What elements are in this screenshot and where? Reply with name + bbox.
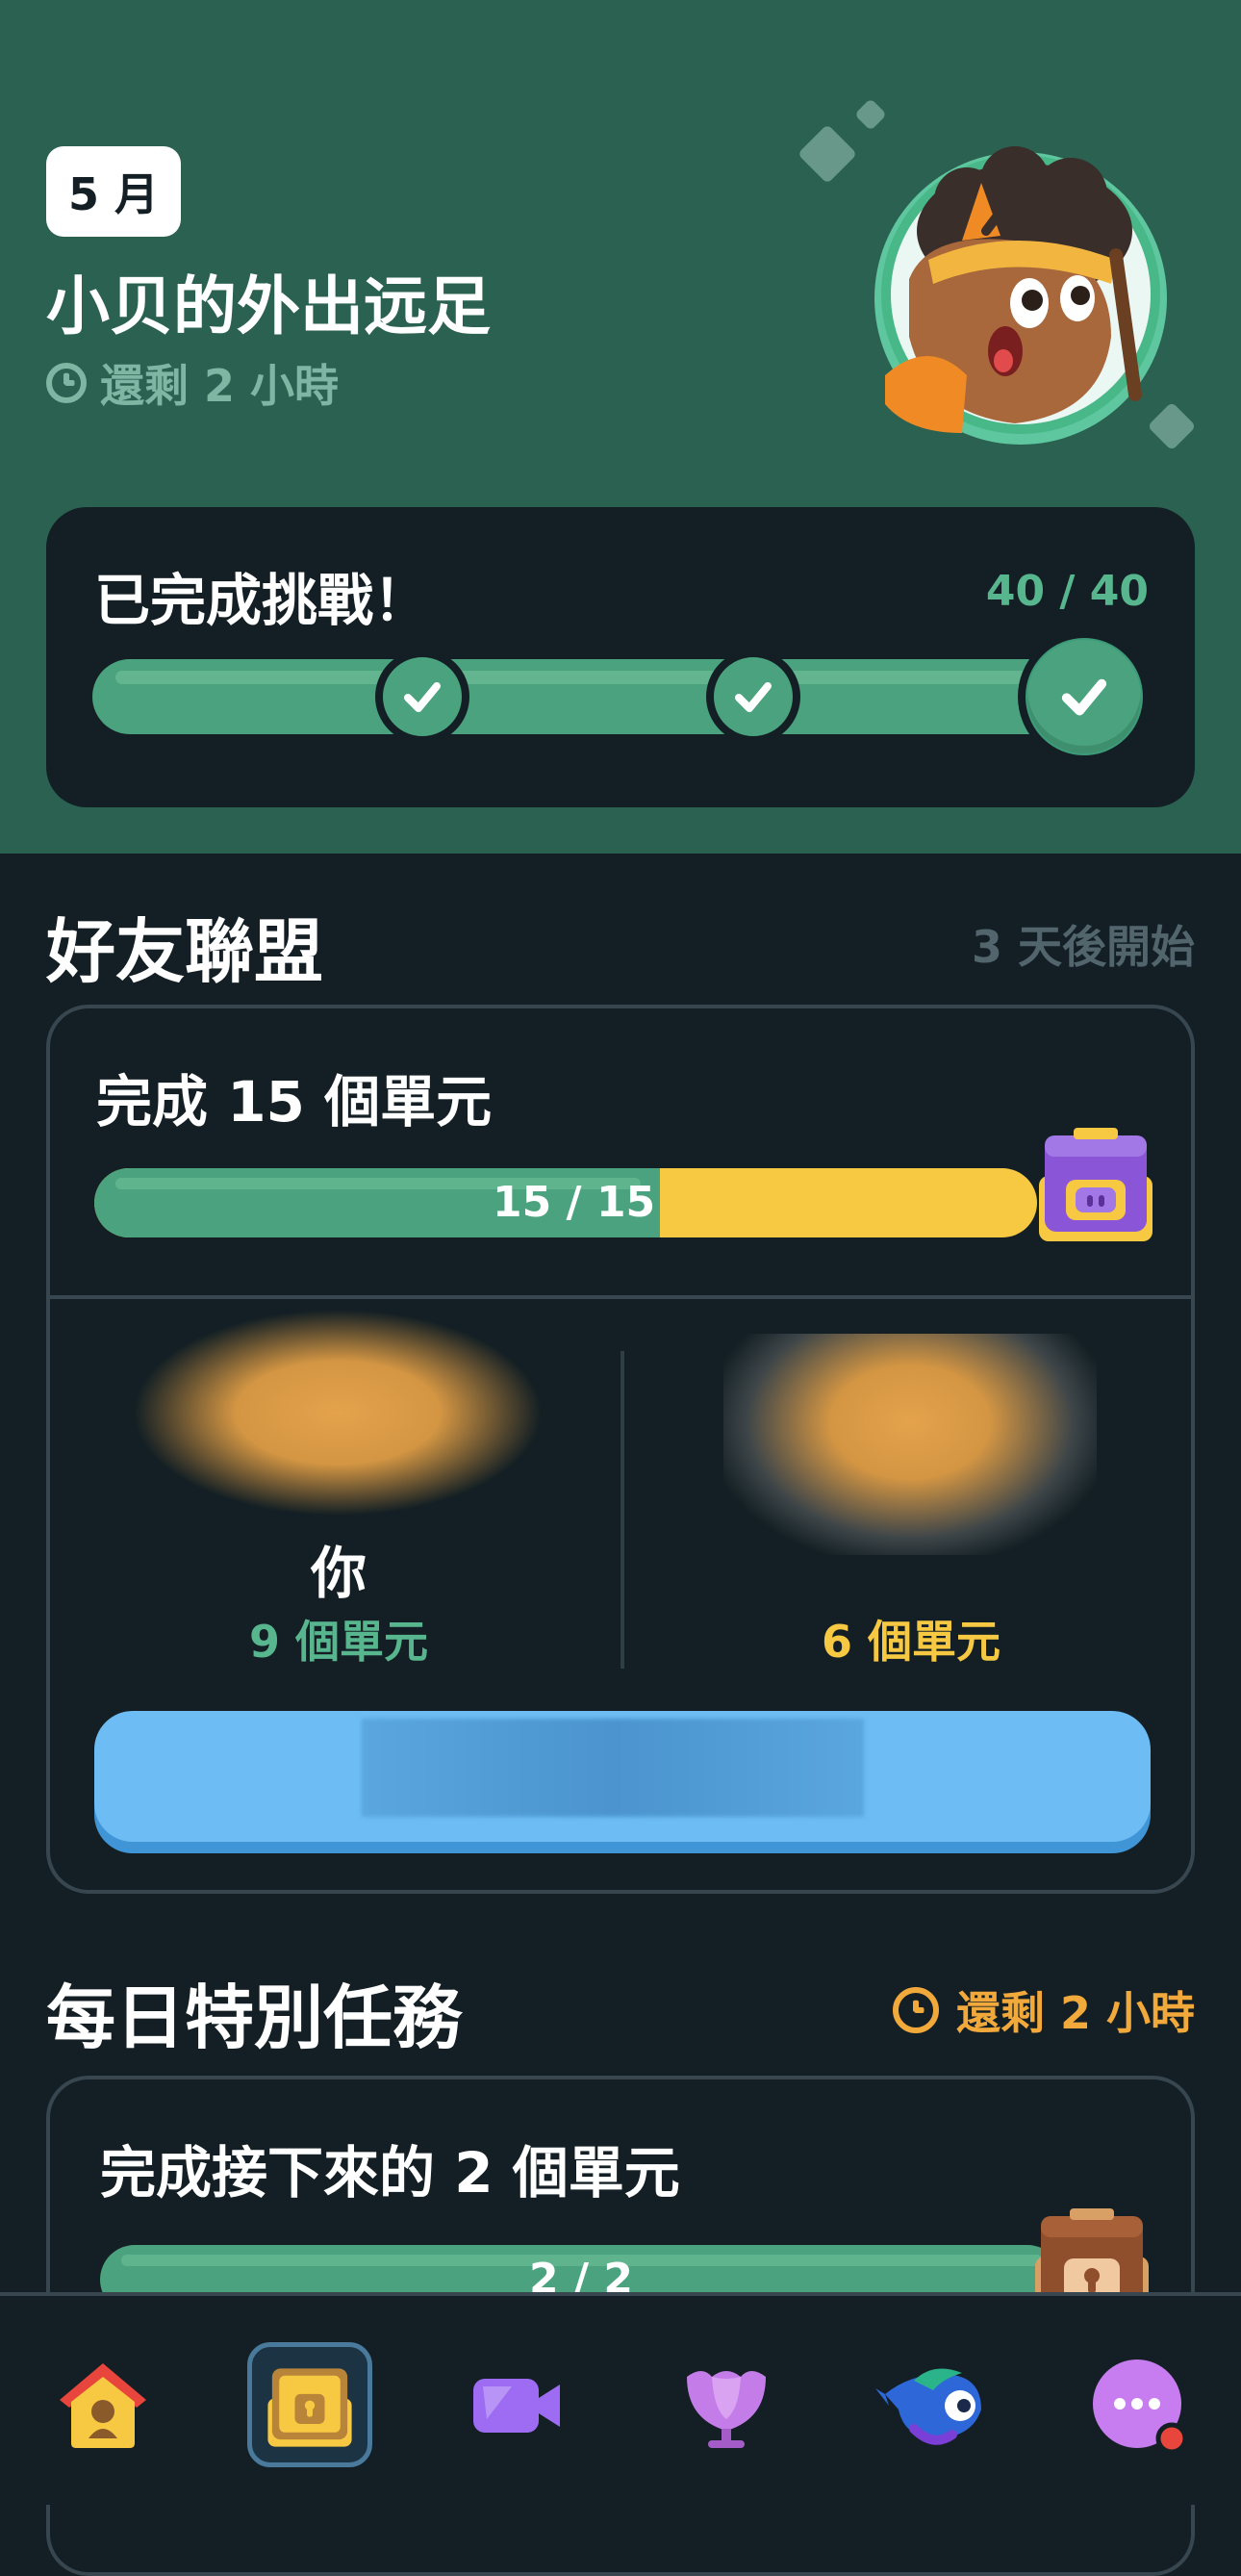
leagues-shield-icon bbox=[687, 2371, 766, 2448]
hero-banner: 5 月 小贝的外出远足 還剩 2 小時 已完成挑戰！ 40 / 40 bbox=[0, 0, 1241, 854]
friends-section-title: 好友聯盟 bbox=[46, 911, 324, 992]
friends-quest-action-button[interactable] bbox=[94, 1711, 1151, 1842]
checkpoint-final-check-icon bbox=[1018, 630, 1151, 763]
friends-quest-progress-label: 15 / 15 bbox=[493, 1178, 656, 1227]
daily-time-left-label: 還剩 2 小時 bbox=[955, 1987, 1195, 2039]
character-icon bbox=[875, 2368, 981, 2445]
button-label-redacted bbox=[362, 1719, 864, 1817]
card-divider bbox=[50, 1295, 1191, 1299]
checkpoint-1-check-icon bbox=[375, 650, 469, 744]
purple-chest-icon bbox=[1039, 1128, 1152, 1241]
sparkle-deco-icon bbox=[854, 98, 887, 131]
progress-shine bbox=[115, 671, 1093, 684]
notification-dot-icon bbox=[1155, 2422, 1188, 2455]
nav-more[interactable] bbox=[1077, 2342, 1203, 2467]
vertical-divider bbox=[620, 1351, 624, 1669]
more-chat-icon bbox=[1093, 2359, 1188, 2455]
nav-home[interactable] bbox=[40, 2342, 165, 2467]
nav-leagues[interactable] bbox=[664, 2342, 789, 2467]
nav-quests[interactable] bbox=[247, 2342, 372, 2467]
friend-avatar[interactable] bbox=[723, 1334, 1097, 1555]
checkpoint-final-inner bbox=[1027, 640, 1141, 753]
video-icon bbox=[473, 2379, 560, 2433]
quests-chest-icon bbox=[267, 2368, 352, 2447]
daily-time-left: 還剩 2 小時 bbox=[892, 1978, 1195, 2042]
friend-units: 6 個單元 bbox=[821, 1616, 1001, 1668]
check-icon bbox=[1061, 678, 1107, 716]
my-units: 9 個單元 bbox=[248, 1616, 429, 1668]
nav-video[interactable] bbox=[454, 2342, 579, 2467]
challenge-progress-bar bbox=[92, 630, 1151, 763]
daily-section-title: 每日特別任務 bbox=[46, 1977, 463, 2058]
challenge-title: 已完成挑戰！ bbox=[94, 568, 430, 633]
clock-icon bbox=[46, 363, 87, 403]
month-badge: 5 月 bbox=[46, 146, 181, 237]
event-time-left: 還剩 2 小時 bbox=[46, 351, 339, 415]
check-icon bbox=[404, 682, 441, 712]
my-avatar[interactable] bbox=[132, 1309, 544, 1517]
clock-icon bbox=[892, 1987, 939, 2033]
bottom-nav bbox=[0, 2292, 1241, 2505]
my-name: 你 bbox=[310, 1541, 367, 1606]
character-avatar-icon bbox=[874, 146, 1167, 445]
nav-character[interactable] bbox=[871, 2342, 996, 2467]
friends-quest-progress-bar: 15 / 15 bbox=[94, 1168, 1037, 1237]
monthly-challenge-card[interactable]: 已完成挑戰！ 40 / 40 bbox=[46, 507, 1195, 807]
challenge-count: 40 / 40 bbox=[985, 567, 1149, 616]
event-time-left-label: 還剩 2 小時 bbox=[100, 360, 340, 412]
daily-quest-title: 完成接下來的 2 個單元 bbox=[100, 2140, 680, 2206]
event-title: 小贝的外出远足 bbox=[46, 269, 491, 344]
friends-quest-title: 完成 15 個單元 bbox=[96, 1069, 493, 1135]
checkpoint-2-check-icon bbox=[706, 650, 800, 744]
friends-starts-in: 3 天後開始 bbox=[971, 921, 1195, 973]
check-icon bbox=[735, 682, 772, 712]
home-icon bbox=[60, 2363, 146, 2448]
friends-quest-card: 完成 15 個單元 15 / 15 你 9 個單元 6 個單元 bbox=[46, 1005, 1195, 1894]
sparkle-deco-icon bbox=[797, 123, 858, 185]
